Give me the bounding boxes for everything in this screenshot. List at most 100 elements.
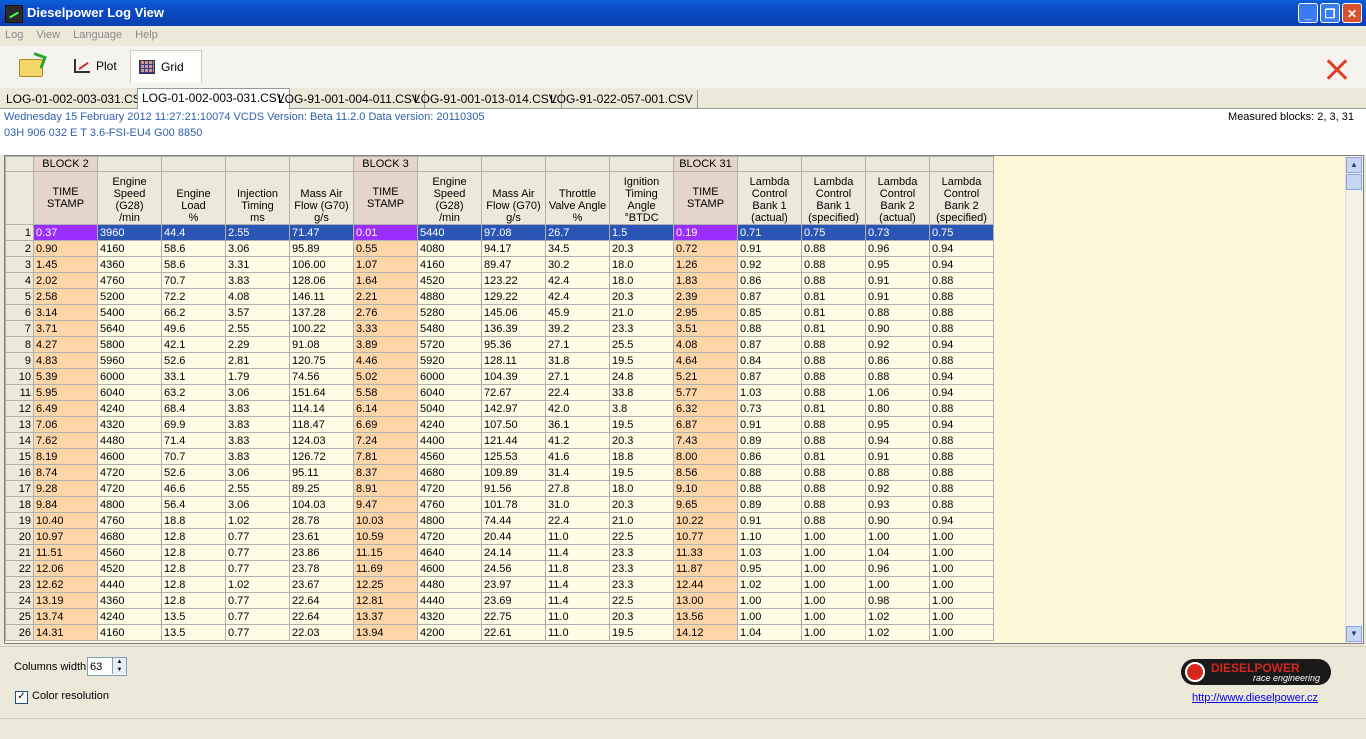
- scroll-thumb[interactable]: [1346, 174, 1362, 190]
- table-row[interactable]: 15 8.19 4600 70.7 3.83 126.72 7.81 4560 125.53 41…: [5, 448, 994, 465]
- row-number[interactable]: 1: [5, 224, 34, 241]
- timestamp-cell[interactable]: 12.44: [673, 576, 738, 593]
- table-cell[interactable]: 0.95: [865, 256, 930, 273]
- timestamp-cell[interactable]: 1.07: [353, 256, 418, 273]
- timestamp-cell[interactable]: 9.28: [33, 480, 98, 497]
- table-cell[interactable]: 95.36: [481, 336, 546, 353]
- table-cell[interactable]: 1.00: [801, 560, 866, 577]
- timestamp-cell[interactable]: 6.14: [353, 400, 418, 417]
- table-cell[interactable]: 1.02: [225, 576, 290, 593]
- table-cell[interactable]: 125.53: [481, 448, 546, 465]
- row-number[interactable]: 7: [5, 320, 34, 337]
- table-cell[interactable]: 123.22: [481, 272, 546, 289]
- menu-view[interactable]: View: [31, 26, 65, 44]
- table-cell[interactable]: 1.00: [801, 608, 866, 625]
- timestamp-cell[interactable]: 11.69: [353, 560, 418, 577]
- table-cell[interactable]: 128.11: [481, 352, 546, 369]
- table-cell[interactable]: 106.00: [289, 256, 354, 273]
- table-cell[interactable]: 137.28: [289, 304, 354, 321]
- timestamp-cell[interactable]: 14.12: [673, 624, 738, 641]
- table-cell[interactable]: 104.39: [481, 368, 546, 385]
- timestamp-cell[interactable]: 6.69: [353, 416, 418, 433]
- table-cell[interactable]: 49.6: [161, 320, 226, 337]
- table-cell[interactable]: 0.88: [801, 256, 866, 273]
- table-cell[interactable]: 4760: [97, 512, 162, 529]
- timestamp-cell[interactable]: 7.62: [33, 432, 98, 449]
- table-cell[interactable]: 0.88: [929, 400, 994, 417]
- close-log-icon[interactable]: [1326, 58, 1348, 80]
- timestamp-cell[interactable]: 10.22: [673, 512, 738, 529]
- table-cell[interactable]: 2.29: [225, 336, 290, 353]
- table-cell[interactable]: 0.87: [737, 368, 802, 385]
- table-cell[interactable]: 0.88: [801, 432, 866, 449]
- table-cell[interactable]: 1.06: [865, 384, 930, 401]
- table-cell[interactable]: 0.89: [737, 432, 802, 449]
- table-cell[interactable]: 0.75: [929, 224, 994, 241]
- table-cell[interactable]: 0.94: [929, 512, 994, 529]
- table-cell[interactable]: 5960: [97, 352, 162, 369]
- timestamp-cell[interactable]: 1.64: [353, 272, 418, 289]
- table-cell[interactable]: 5920: [417, 352, 482, 369]
- table-cell[interactable]: 58.6: [161, 256, 226, 273]
- timestamp-cell[interactable]: 0.72: [673, 240, 738, 257]
- table-cell[interactable]: 20.44: [481, 528, 546, 545]
- column-header[interactable]: Lambda Control Bank 2 (specified): [929, 171, 994, 225]
- tab-file-2[interactable]: LOG-01-002-003-031.CSV: [137, 88, 290, 109]
- timestamp-cell[interactable]: 5.02: [353, 368, 418, 385]
- column-header[interactable]: Engine Speed (G28)/min: [417, 171, 482, 225]
- row-number[interactable]: 18: [5, 496, 34, 513]
- table-cell[interactable]: 4800: [417, 512, 482, 529]
- table-cell[interactable]: 4720: [97, 464, 162, 481]
- column-header[interactable]: Engine Speed (G28)/min: [97, 171, 162, 225]
- row-number[interactable]: 10: [5, 368, 34, 385]
- table-cell[interactable]: 1.00: [929, 576, 994, 593]
- table-cell[interactable]: 72.2: [161, 288, 226, 305]
- row-number[interactable]: 15: [5, 448, 34, 465]
- table-cell[interactable]: 101.78: [481, 496, 546, 513]
- table-cell[interactable]: 1.00: [929, 608, 994, 625]
- column-header[interactable]: Engine Load%: [161, 171, 226, 225]
- table-cell[interactable]: 1.5: [609, 224, 674, 241]
- timestamp-cell[interactable]: 9.10: [673, 480, 738, 497]
- table-cell[interactable]: 66.2: [161, 304, 226, 321]
- table-cell[interactable]: 41.2: [545, 432, 610, 449]
- table-cell[interactable]: 13.5: [161, 624, 226, 641]
- table-cell[interactable]: 4560: [97, 544, 162, 561]
- table-cell[interactable]: 0.81: [801, 288, 866, 305]
- table-cell[interactable]: 136.39: [481, 320, 546, 337]
- table-cell[interactable]: 0.88: [801, 336, 866, 353]
- scroll-down-icon[interactable]: ▼: [1346, 626, 1362, 642]
- row-number[interactable]: 25: [5, 608, 34, 625]
- table-cell[interactable]: 6000: [97, 368, 162, 385]
- column-header[interactable]: Mass Air Flow (G70) g/s: [481, 171, 546, 225]
- table-row[interactable]: 2 0.90 4160 58.6 3.06 95.89 0.55 4080 94.17 34.5 2…: [5, 240, 994, 257]
- column-header[interactable]: TIME STAMP: [353, 171, 418, 225]
- table-cell[interactable]: 42.4: [545, 288, 610, 305]
- table-cell[interactable]: 22.64: [289, 608, 354, 625]
- table-cell[interactable]: 22.75: [481, 608, 546, 625]
- website-link[interactable]: http://www.dieselpower.cz: [1192, 692, 1318, 704]
- tab-file-1[interactable]: LOG-01-002-003-031.CSV: [2, 90, 154, 108]
- table-row[interactable]: 17 9.28 4720 46.6 2.55 89.25 8.91 4720 91.56 27.8…: [5, 480, 994, 497]
- timestamp-cell[interactable]: 7.43: [673, 432, 738, 449]
- tab-file-4[interactable]: LOG-91-001-013-014.CSV: [410, 90, 562, 108]
- table-row[interactable]: 1 0.37 3960 44.4 2.55 71.47 0.01 5440 97.08 26.7 1…: [5, 224, 994, 241]
- table-cell[interactable]: 27.8: [545, 480, 610, 497]
- column-header[interactable]: Ignition Timing Angle °BTDC: [609, 171, 674, 225]
- table-row[interactable]: 9 4.83 5960 52.6 2.81 120.75 4.46 5920 128.11 31.…: [5, 352, 994, 369]
- table-cell[interactable]: 63.2: [161, 384, 226, 401]
- table-cell[interactable]: 4760: [97, 272, 162, 289]
- timestamp-cell[interactable]: 7.81: [353, 448, 418, 465]
- timestamp-cell[interactable]: 10.03: [353, 512, 418, 529]
- timestamp-cell[interactable]: 12.81: [353, 592, 418, 609]
- table-cell[interactable]: 3.83: [225, 432, 290, 449]
- table-cell[interactable]: 0.92: [865, 336, 930, 353]
- table-cell[interactable]: 114.14: [289, 400, 354, 417]
- table-cell[interactable]: 30.2: [545, 256, 610, 273]
- table-cell[interactable]: 0.77: [225, 608, 290, 625]
- row-number[interactable]: 6: [5, 304, 34, 321]
- table-cell[interactable]: 11.8: [545, 560, 610, 577]
- table-cell[interactable]: 0.87: [737, 288, 802, 305]
- table-cell[interactable]: 0.88: [801, 352, 866, 369]
- table-cell[interactable]: 0.94: [865, 432, 930, 449]
